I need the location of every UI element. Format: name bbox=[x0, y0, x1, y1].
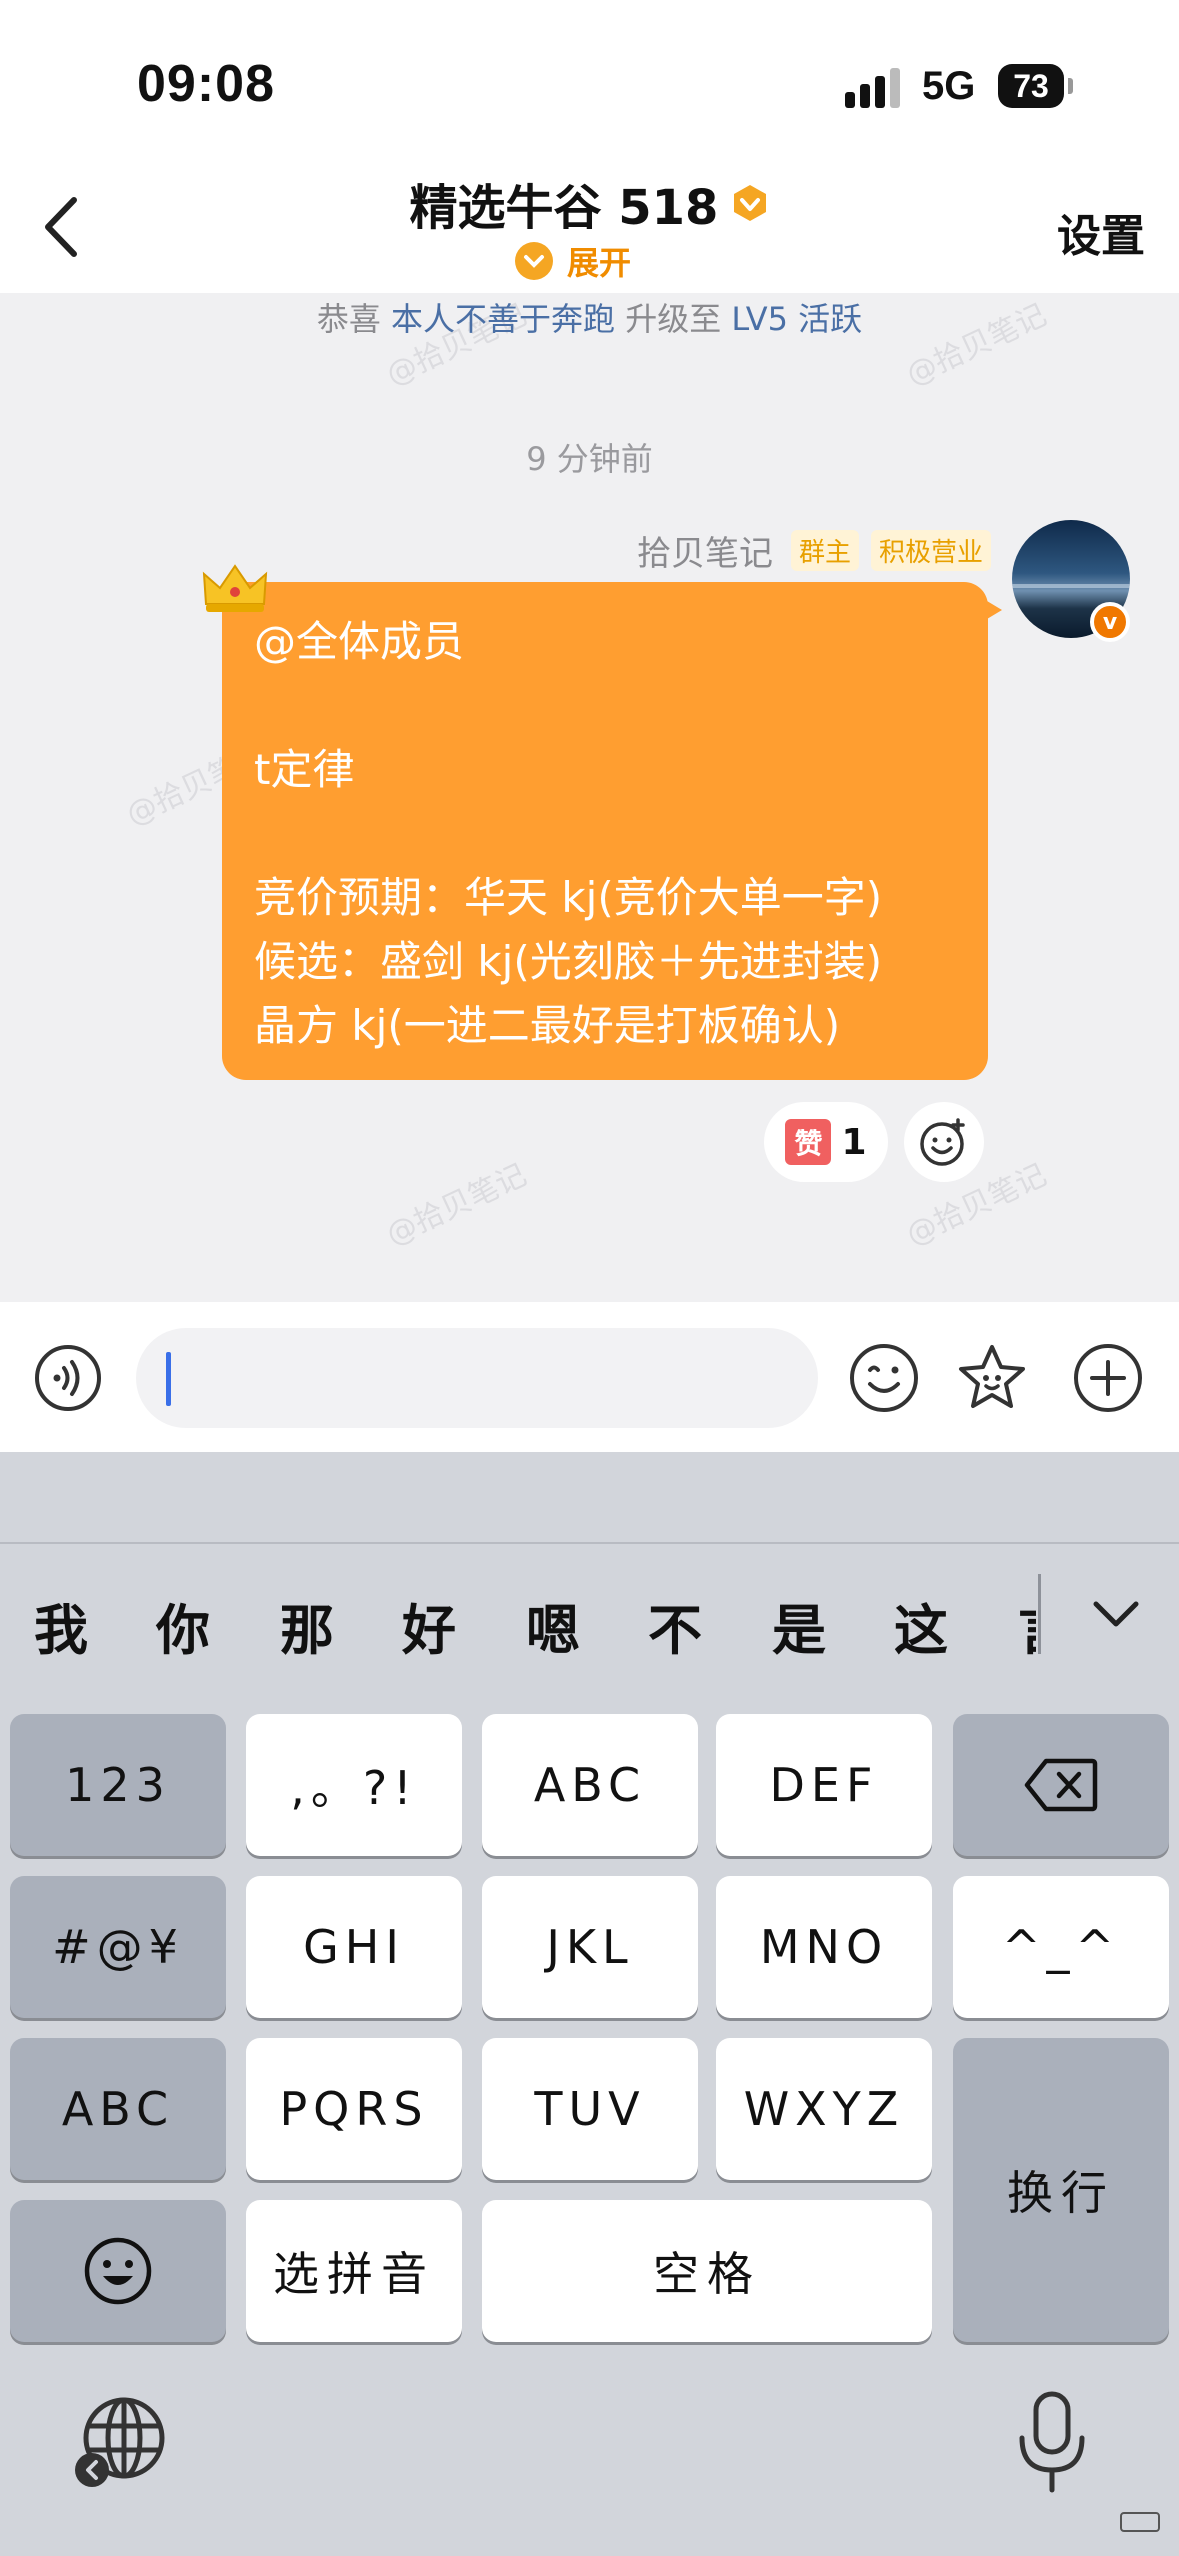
candidate-word[interactable]: 你 bbox=[156, 1586, 210, 1665]
candidate-word[interactable]: 不 bbox=[648, 1586, 702, 1665]
text-caret bbox=[166, 1352, 171, 1406]
key-123[interactable]: 123 bbox=[10, 1714, 226, 1856]
key-abc[interactable]: ABC bbox=[482, 1714, 698, 1856]
emoji-icon bbox=[84, 2237, 152, 2305]
settings-button[interactable]: 设置 bbox=[1057, 200, 1145, 264]
system-user-link[interactable]: 本人不善于奔跑 bbox=[391, 300, 615, 338]
candidate-word[interactable]: 嗯 bbox=[526, 1586, 580, 1665]
voice-icon[interactable] bbox=[34, 1344, 102, 1412]
key-space[interactable]: 空格 bbox=[482, 2200, 932, 2342]
chevron-down-icon bbox=[515, 242, 553, 280]
message-line bbox=[254, 802, 956, 866]
backspace-icon bbox=[1024, 1758, 1098, 1812]
message-line: 候选：盛剑 kj(光刻胶＋先进封装) bbox=[254, 937, 883, 986]
sender-info: 拾贝笔记 群主 积极营业 bbox=[637, 526, 991, 575]
message-input[interactable] bbox=[136, 1328, 818, 1428]
system-prefix: 恭喜 bbox=[316, 300, 381, 338]
candidate-word[interactable]: 我 bbox=[34, 1586, 88, 1665]
chat-title-area[interactable]: 精选牛谷 518 bbox=[0, 168, 1179, 238]
key-wxyz[interactable]: WXYZ bbox=[716, 2038, 932, 2180]
key-symbols[interactable]: #@¥ bbox=[10, 1876, 226, 2018]
add-emoji-icon bbox=[920, 1118, 965, 1166]
sender-name[interactable]: 拾贝笔记 bbox=[637, 526, 773, 575]
candidate-word[interactable]: 是 bbox=[772, 1586, 826, 1665]
verified-badge-icon bbox=[733, 185, 766, 221]
candidate-word[interactable]: 那 bbox=[280, 1586, 334, 1665]
message-timestamp: 9 分钟前 bbox=[526, 440, 653, 478]
message-line: @全体成员 bbox=[254, 617, 465, 666]
key-mno[interactable]: MNO bbox=[716, 1876, 932, 2018]
battery-icon: 73 bbox=[998, 64, 1073, 108]
expand-button[interactable]: 展开 bbox=[515, 238, 631, 284]
key-tuv[interactable]: TUV bbox=[482, 2038, 698, 2180]
key-pqrs[interactable]: PQRS bbox=[246, 2038, 462, 2180]
key-def[interactable]: DEF bbox=[716, 1714, 932, 1856]
message-line: 晶方 kj(一进二最好是打板确认) bbox=[254, 1001, 841, 1050]
key-abc-switch[interactable]: ABC bbox=[10, 2038, 226, 2180]
input-bar bbox=[0, 1302, 1179, 1452]
keyboard: 我 你 那 好 嗯 不 是 这 言 123 ,。?! ABC DEF #@¥ G… bbox=[0, 1452, 1179, 2556]
top-bar: 09:08 5G 73 精选牛谷 518 展开 设置 bbox=[0, 0, 1179, 293]
chevron-down-icon[interactable] bbox=[1080, 1578, 1152, 1650]
watermark: @拾贝笔记 bbox=[381, 1157, 532, 1253]
key-emoji[interactable] bbox=[10, 2200, 226, 2342]
candidate-bar: 我 你 那 好 嗯 不 是 这 言 bbox=[0, 1542, 1179, 1682]
network-type: 5G bbox=[922, 64, 976, 108]
signal-icon bbox=[845, 68, 903, 108]
active-tag: 积极营业 bbox=[870, 530, 991, 571]
message-line: 竞价预期：华天 kj(竞价大单一字) bbox=[254, 873, 883, 922]
plus-icon[interactable] bbox=[1072, 1342, 1144, 1414]
keyboard-switch-icon[interactable] bbox=[1120, 2512, 1160, 2532]
candidate-word[interactable]: 好 bbox=[402, 1586, 456, 1665]
crown-icon bbox=[202, 564, 268, 612]
key-emoticon[interactable]: ^_^ bbox=[953, 1876, 1169, 2018]
like-reaction[interactable]: 赞 1 bbox=[764, 1102, 888, 1182]
candidate-word[interactable]: 言 bbox=[1018, 1586, 1036, 1665]
system-middle: 升级至 bbox=[625, 300, 722, 338]
message-line bbox=[254, 674, 956, 738]
key-punct[interactable]: ,。?! bbox=[246, 1714, 462, 1856]
system-message: 恭喜 本人不善于奔跑 升级至 LV5 活跃 bbox=[0, 294, 1179, 340]
system-level: LV5 活跃 bbox=[731, 300, 863, 338]
add-reaction-button[interactable] bbox=[904, 1102, 984, 1182]
key-backspace[interactable] bbox=[953, 1714, 1169, 1856]
candidate-word[interactable]: 这 bbox=[894, 1586, 948, 1665]
message-bubble[interactable]: @全体成员 t定律 竞价预期：华天 kj(竞价大单一字) 候选：盛剑 kj(光刻… bbox=[222, 582, 1002, 1080]
key-select-pinyin[interactable]: 选拼音 bbox=[246, 2200, 462, 2342]
verified-badge-icon: v bbox=[1090, 602, 1130, 642]
sticker-icon[interactable] bbox=[956, 1342, 1028, 1414]
like-icon: 赞 bbox=[785, 1119, 832, 1165]
key-jkl[interactable]: JKL bbox=[482, 1876, 698, 2018]
page-title: 精选牛谷 518 bbox=[409, 180, 719, 236]
emoji-icon[interactable] bbox=[848, 1342, 920, 1414]
microphone-icon[interactable] bbox=[1014, 2388, 1090, 2498]
like-count: 1 bbox=[841, 1121, 867, 1163]
message-line: t定律 bbox=[254, 745, 355, 794]
owner-tag: 群主 bbox=[790, 530, 859, 571]
candidate-divider bbox=[1038, 1574, 1041, 1654]
key-return[interactable]: 换行 bbox=[953, 2038, 1169, 2342]
status-time: 09:08 bbox=[137, 55, 275, 113]
key-ghi[interactable]: GHI bbox=[246, 1876, 462, 2018]
globe-icon[interactable] bbox=[70, 2392, 170, 2492]
expand-label: 展开 bbox=[567, 244, 632, 282]
